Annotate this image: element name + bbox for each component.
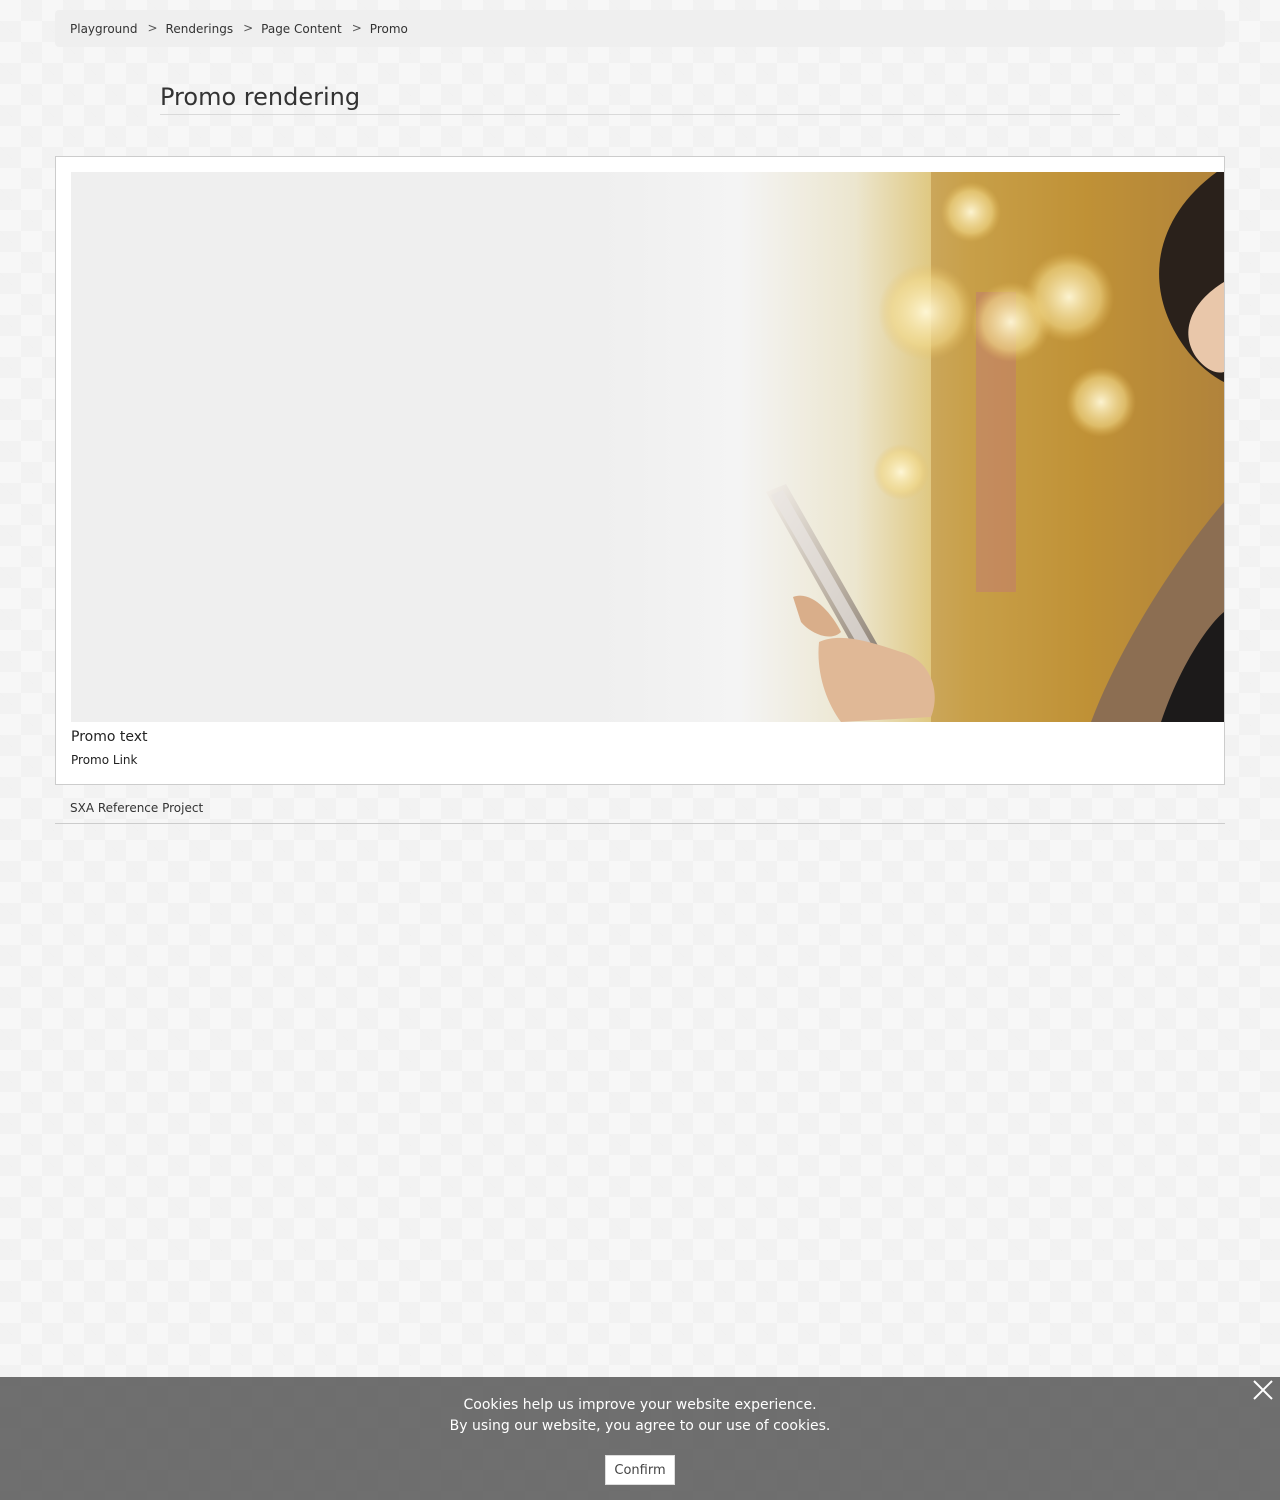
cookie-confirm-button[interactable]: Confirm — [605, 1455, 675, 1485]
close-icon[interactable] — [1250, 1377, 1276, 1403]
promo-text: Promo text — [71, 729, 148, 745]
breadcrumb-separator: > — [351, 20, 362, 35]
breadcrumb-separator: > — [147, 20, 158, 35]
promo-image — [71, 172, 1224, 722]
breadcrumb-item-renderings[interactable]: Renderings — [166, 22, 234, 36]
breadcrumb-item-playground[interactable]: Playground — [70, 22, 137, 36]
breadcrumb-item-page-content[interactable]: Page Content — [261, 22, 342, 36]
footer-text: SXA Reference Project — [70, 801, 204, 815]
promo-component: Promo text Promo Link — [55, 156, 1225, 785]
breadcrumb-item-promo[interactable]: Promo — [370, 22, 408, 36]
cookie-message-line1: Cookies help us improve your website exp… — [463, 1397, 817, 1413]
cookie-message-line2: By using our website, you agree to our u… — [449, 1418, 831, 1434]
cookie-consent-bar: Cookies help us improve your website exp… — [0, 1377, 1280, 1500]
promo-link[interactable]: Promo Link — [71, 753, 137, 767]
promo-photo-illustration — [766, 172, 1224, 722]
breadcrumb-separator: > — [243, 20, 254, 35]
footer: SXA Reference Project — [55, 795, 1225, 824]
breadcrumb: Playground > Renderings > Page Content >… — [55, 10, 1225, 47]
page-title: Promo rendering — [160, 80, 1120, 115]
